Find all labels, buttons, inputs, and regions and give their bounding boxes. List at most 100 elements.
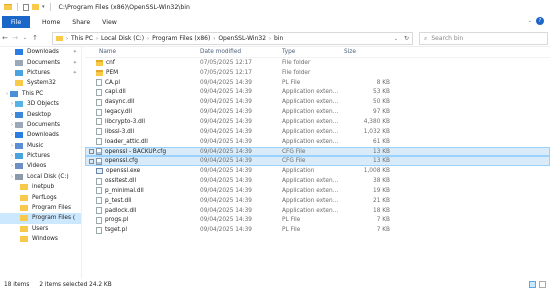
tab-home[interactable]: Home bbox=[42, 19, 60, 26]
column-header-name[interactable]: Name bbox=[85, 49, 200, 55]
file-date: 09/04/2025 14:39 bbox=[200, 187, 252, 194]
refresh-icon[interactable]: ↻ bbox=[404, 35, 409, 42]
back-arrow-icon[interactable]: ← bbox=[0, 34, 10, 42]
sidebar-item[interactable]: inetpub bbox=[0, 182, 81, 192]
file-row[interactable]: p_minimal.dll 09/04/2025 14:39 Application… bbox=[85, 186, 550, 196]
file-row[interactable]: p_test.dll 09/04/2025 14:39 Application ex… bbox=[85, 196, 550, 206]
file-icon bbox=[96, 207, 102, 215]
sidebar-item[interactable]: System32 bbox=[0, 78, 81, 88]
tab-view[interactable]: View bbox=[102, 19, 117, 26]
up-arrow-icon[interactable]: ↑ bbox=[30, 34, 40, 42]
column-header-date[interactable]: Date modified bbox=[200, 49, 282, 55]
file-row[interactable]: cnf 07/05/2025 12:17 File folder bbox=[85, 58, 550, 68]
file-size: 1,032 KB bbox=[363, 128, 390, 135]
sidebar-item[interactable]: PerfLogs bbox=[0, 192, 81, 202]
address-bar[interactable]: › This PC › Local Disk (C:) › Program Fi… bbox=[52, 32, 413, 45]
sidebar-item[interactable]: › 3D Objects bbox=[0, 99, 81, 109]
file-date: 09/04/2025 14:39 bbox=[200, 138, 252, 145]
file-row[interactable]: capi.dll 09/04/2025 14:39 Application exte… bbox=[85, 88, 550, 98]
breadcrumb[interactable]: Program Files (x86) bbox=[152, 35, 210, 42]
sidebar-item[interactable]: › Music bbox=[0, 141, 81, 151]
file-name: cnf bbox=[106, 59, 115, 66]
search-input[interactable]: ⌕ Search bin bbox=[419, 32, 548, 45]
file-row[interactable]: legacy.dll 09/04/2025 14:39 Application ex… bbox=[85, 107, 550, 117]
sidebar-item[interactable]: › This PC bbox=[0, 89, 81, 99]
file-row[interactable]: loader_attic.dll 09/04/2025 14:39 Applicat… bbox=[85, 137, 550, 147]
chevron-right-icon[interactable]: › bbox=[213, 36, 215, 42]
toolbar-separator bbox=[17, 3, 18, 11]
sidebar-item[interactable]: Users bbox=[0, 224, 81, 234]
sidebar-item-label: Videos bbox=[27, 163, 47, 170]
breadcrumb[interactable]: bin bbox=[274, 35, 283, 42]
column-header-type[interactable]: Type bbox=[282, 49, 340, 55]
folder-icon bbox=[4, 4, 12, 10]
details-view-icon[interactable] bbox=[529, 281, 536, 288]
document-icon bbox=[15, 121, 23, 128]
properties-icon[interactable] bbox=[23, 3, 29, 11]
file-row[interactable]: openssl.exe 09/04/2025 14:39 Application 1,… bbox=[85, 166, 550, 176]
customize-dropdown-icon[interactable]: ▾ bbox=[42, 4, 45, 10]
sidebar-item[interactable]: › Documents bbox=[0, 120, 81, 130]
breadcrumb[interactable]: Local Disk (C:) bbox=[101, 35, 144, 42]
chevron-right-icon[interactable]: › bbox=[66, 36, 68, 42]
chevron-right-icon[interactable]: › bbox=[147, 36, 149, 42]
sidebar-item[interactable]: › Videos bbox=[0, 161, 81, 171]
new-folder-icon[interactable] bbox=[32, 4, 39, 10]
sidebar-item[interactable]: › Desktop bbox=[0, 109, 81, 119]
breadcrumb[interactable]: OpenSSL-Win32 bbox=[218, 35, 266, 42]
file-name-cell: openssl.cfg bbox=[85, 157, 200, 165]
folder-icon bbox=[20, 215, 28, 222]
sidebar-item-label: inetpub bbox=[32, 184, 55, 191]
file-icon bbox=[96, 226, 102, 234]
file-name-cell: cnf bbox=[85, 59, 200, 66]
file-row[interactable]: padlock.dll 09/04/2025 14:39 Application e… bbox=[85, 206, 550, 216]
sidebar-item[interactable]: › Pictures bbox=[0, 151, 81, 161]
file-type: PL File bbox=[282, 217, 301, 224]
column-header-size[interactable]: Size bbox=[340, 49, 390, 55]
navigation-pane: Downloads ✦ Documents ✦ Pictures ✦ System32 › Th… bbox=[0, 47, 82, 279]
file-type: Application exten... bbox=[282, 138, 339, 145]
file-row[interactable]: libssl-3.dll 09/04/2025 14:39 Application … bbox=[85, 127, 550, 137]
chevron-down-icon[interactable]: ⌄ bbox=[528, 18, 532, 24]
tab-share[interactable]: Share bbox=[72, 19, 90, 26]
sidebar-item[interactable]: › Downloads bbox=[0, 130, 81, 140]
recent-dropdown-icon[interactable]: ⌄ bbox=[20, 35, 30, 41]
large-icons-view-icon[interactable] bbox=[539, 281, 546, 288]
sidebar-item-label: Local Disk (C:) bbox=[27, 173, 69, 180]
file-row[interactable]: dasync.dll 09/04/2025 14:39 Application ex… bbox=[85, 97, 550, 107]
sidebar-item-label: Pictures bbox=[27, 153, 50, 160]
selection-checkbox[interactable] bbox=[89, 149, 94, 155]
file-name-cell: PEM bbox=[85, 69, 200, 76]
sidebar-item[interactable]: Program Files ( bbox=[0, 213, 81, 224]
sidebar-item[interactable]: Pictures ✦ bbox=[0, 68, 81, 78]
file-date: 09/04/2025 14:39 bbox=[200, 207, 252, 214]
file-type: PL File bbox=[282, 79, 301, 86]
file-row[interactable]: PEM 07/05/2025 12:17 File folder bbox=[85, 68, 550, 78]
sidebar-item[interactable]: › Local Disk (C:) bbox=[0, 172, 81, 182]
file-row[interactable]: tsget.pl 09/04/2025 14:39 PL File 7 KB bbox=[85, 225, 550, 235]
forward-arrow-icon[interactable]: → bbox=[10, 34, 20, 42]
tab-file[interactable]: File bbox=[2, 16, 30, 28]
file-row[interactable]: CA.pl 09/04/2025 14:39 PL File 8 KB bbox=[85, 78, 550, 88]
view-switcher bbox=[529, 281, 546, 288]
file-type: Application exten... bbox=[282, 118, 339, 125]
file-row[interactable]: progs.pl 09/04/2025 14:39 PL File 7 KB bbox=[85, 216, 550, 226]
sidebar-item[interactable]: Program Files bbox=[0, 203, 81, 213]
breadcrumb[interactable]: This PC bbox=[71, 35, 93, 42]
folder-icon bbox=[15, 80, 23, 87]
chevron-right-icon[interactable]: › bbox=[269, 36, 271, 42]
file-row[interactable]: libcrypto-3.dll 09/04/2025 14:39 Applicati… bbox=[85, 117, 550, 127]
file-date: 09/04/2025 14:39 bbox=[200, 79, 252, 86]
sidebar-item[interactable]: Documents ✦ bbox=[0, 57, 81, 67]
file-row[interactable]: ossltest.dll 09/04/2025 14:39 Application … bbox=[85, 176, 550, 186]
file-name: CA.pl bbox=[105, 79, 121, 86]
sidebar-item[interactable]: Windows bbox=[0, 234, 81, 244]
selection-checkbox[interactable] bbox=[89, 158, 94, 164]
help-icon[interactable]: ? bbox=[536, 17, 544, 25]
file-row[interactable]: openssl - BACKUP.cfg 09/04/2025 14:39 CFG … bbox=[85, 146, 550, 157]
sidebar-item[interactable]: Downloads ✦ bbox=[0, 47, 81, 57]
file-row[interactable]: openssl.cfg 09/04/2025 14:39 CFG File 13 KB bbox=[85, 156, 550, 167]
file-list: Name Date modified Type Size cnf 07/05/20… bbox=[85, 47, 550, 279]
chevron-down-icon[interactable]: ⌄ bbox=[394, 36, 398, 42]
chevron-right-icon[interactable]: › bbox=[96, 36, 98, 42]
